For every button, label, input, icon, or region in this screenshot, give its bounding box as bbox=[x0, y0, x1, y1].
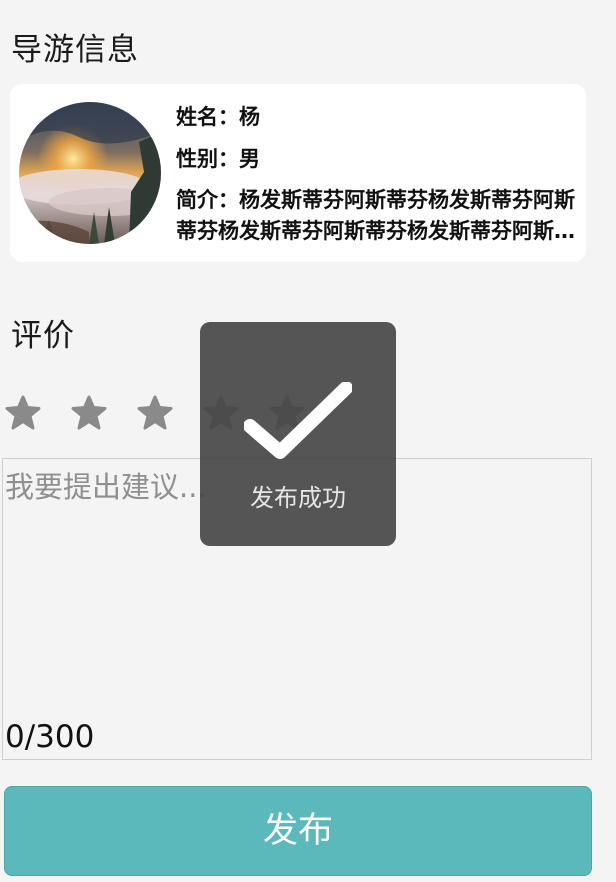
guide-intro: 简介：杨发斯蒂芬阿斯蒂芬杨发斯蒂芬阿斯蒂芬杨发斯蒂芬阿斯蒂芬杨发斯蒂芬阿斯蒂芬杨… bbox=[176, 188, 575, 243]
review-title: 评价 bbox=[11, 318, 75, 354]
guide-info-title: 导游信息 bbox=[11, 32, 139, 68]
guide-gender: 性别：男 bbox=[176, 147, 260, 171]
star-icon[interactable] bbox=[136, 394, 174, 432]
checkmark-icon bbox=[244, 382, 352, 459]
star-icon[interactable] bbox=[70, 394, 108, 432]
star-icon[interactable] bbox=[4, 394, 42, 432]
char-counter: 0/300 bbox=[5, 719, 95, 755]
guide-name: 姓名：杨 bbox=[176, 105, 260, 129]
textarea-placeholder: 我要提出建议... bbox=[5, 470, 207, 504]
publish-button[interactable]: 发布 bbox=[4, 786, 592, 876]
guide-info-card: 姓名：杨 性别：男 简介：杨发斯蒂芬阿斯蒂芬杨发斯蒂芬阿斯蒂芬杨发斯蒂芬阿斯蒂芬… bbox=[10, 84, 586, 262]
toast-message: 发布成功 bbox=[250, 484, 346, 512]
guide-avatar bbox=[19, 102, 161, 244]
success-toast: 发布成功 bbox=[200, 322, 396, 546]
